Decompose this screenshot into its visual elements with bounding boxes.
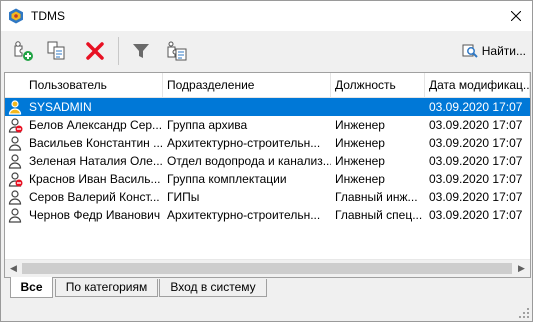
blocked-user-icon <box>7 171 23 187</box>
cell-department <box>163 98 331 116</box>
cell-user: Серов Валерий Конст... <box>25 188 163 206</box>
cell-modified-date: 03.09.2020 17:07 <box>425 116 530 134</box>
cell-modified-date: 03.09.2020 17:07 <box>425 170 530 188</box>
view-tabs: Все По категориям Вход в систему <box>1 277 532 299</box>
add-user-icon <box>11 39 35 63</box>
cell-user: Белов Александр Сер... <box>25 116 163 134</box>
cell-user: Чернов Федр Иванович <box>25 206 163 224</box>
blocked-user-icon <box>7 117 23 133</box>
user-icon <box>7 135 23 151</box>
copy-users-button[interactable] <box>43 37 71 65</box>
delete-icon <box>84 40 106 62</box>
user-properties-button[interactable] <box>163 37 191 65</box>
cell-position <box>331 98 425 116</box>
cell-user: Васильев Константин ... <box>25 134 163 152</box>
delete-button[interactable] <box>81 37 109 65</box>
find-icon <box>462 43 478 59</box>
toolbar: Найти... <box>1 31 532 71</box>
table-row[interactable]: Чернов Федр ИвановичАрхитектурно-строите… <box>5 206 530 224</box>
user-icon <box>7 207 23 223</box>
user-properties-icon <box>165 39 189 63</box>
tab-by-category[interactable]: По категориям <box>55 279 158 297</box>
horizontal-scrollbar[interactable]: ◀ ▶ <box>5 259 530 277</box>
cell-modified-date: 03.09.2020 17:07 <box>425 206 530 224</box>
cell-modified-date: 03.09.2020 17:07 <box>425 152 530 170</box>
cell-department: Группа архива <box>163 116 331 134</box>
close-button[interactable] <box>500 1 532 31</box>
user-icon <box>7 153 23 169</box>
cell-position: Инженер <box>331 170 425 188</box>
cell-modified-date: 03.09.2020 17:07 <box>425 98 530 116</box>
scroll-right-icon[interactable]: ▶ <box>513 260 530 277</box>
cell-position: Инженер <box>331 116 425 134</box>
cell-department: Архитектурно-строительн... <box>163 134 331 152</box>
scrollbar-thumb[interactable] <box>22 263 512 274</box>
admin-user-icon <box>7 99 23 115</box>
tab-login[interactable]: Вход в систему <box>159 279 267 297</box>
resize-grip-icon[interactable] <box>518 307 530 319</box>
cell-department: Отдел водопрода и канализ... <box>163 152 331 170</box>
column-position[interactable]: Должность <box>331 73 425 97</box>
add-user-button[interactable] <box>9 37 37 65</box>
find-label: Найти... <box>482 44 526 58</box>
table-row[interactable]: Зеленая Наталия Оле...Отдел водопрода и … <box>5 152 530 170</box>
tdms-logo-icon <box>8 8 24 24</box>
cell-position: Главный инж... <box>331 188 425 206</box>
table-row[interactable]: SYSADMIN 03.09.2020 17:07 <box>5 98 530 116</box>
cell-modified-date: 03.09.2020 17:07 <box>425 134 530 152</box>
user-icon <box>7 189 23 205</box>
filter-icon <box>131 41 151 61</box>
cell-modified-date: 03.09.2020 17:07 <box>425 188 530 206</box>
filter-button[interactable] <box>127 37 155 65</box>
toolbar-separator <box>118 37 119 65</box>
scroll-left-icon[interactable]: ◀ <box>5 260 22 277</box>
status-bar <box>1 299 532 321</box>
table-row[interactable]: Серов Валерий Конст...ГИПыГлавный инж...… <box>5 188 530 206</box>
cell-user: Краснов Иван Василь... <box>25 170 163 188</box>
close-icon <box>511 11 521 21</box>
table-row[interactable]: Васильев Константин ...Архитектурно-стро… <box>5 134 530 152</box>
users-grid: Пользователь Подразделение Должность Дат… <box>4 72 531 278</box>
column-modified-date[interactable]: Дата модификац... <box>425 73 530 97</box>
column-department[interactable]: Подразделение <box>163 73 331 97</box>
copy-users-icon <box>45 39 69 63</box>
title-bar: TDMS <box>1 1 532 31</box>
column-user[interactable]: Пользователь <box>25 73 163 97</box>
grid-header: Пользователь Подразделение Должность Дат… <box>5 73 530 98</box>
cell-position: Инженер <box>331 134 425 152</box>
tdms-window: TDMS <box>0 0 533 322</box>
find-button[interactable]: Найти... <box>462 40 526 62</box>
table-row[interactable]: Белов Александр Сер...Группа архиваИнжен… <box>5 116 530 134</box>
window-title: TDMS <box>31 9 65 23</box>
table-row[interactable]: Краснов Иван Василь...Группа комплектаци… <box>5 170 530 188</box>
cell-department: Группа комплектации <box>163 170 331 188</box>
cell-department: ГИПы <box>163 188 331 206</box>
cell-department: Архитектурно-строительн... <box>163 206 331 224</box>
cell-user: SYSADMIN <box>25 98 163 116</box>
cell-user: Зеленая Наталия Оле... <box>25 152 163 170</box>
cell-position: Главный спец... <box>331 206 425 224</box>
tab-all[interactable]: Все <box>10 277 53 298</box>
cell-position: Инженер <box>331 152 425 170</box>
